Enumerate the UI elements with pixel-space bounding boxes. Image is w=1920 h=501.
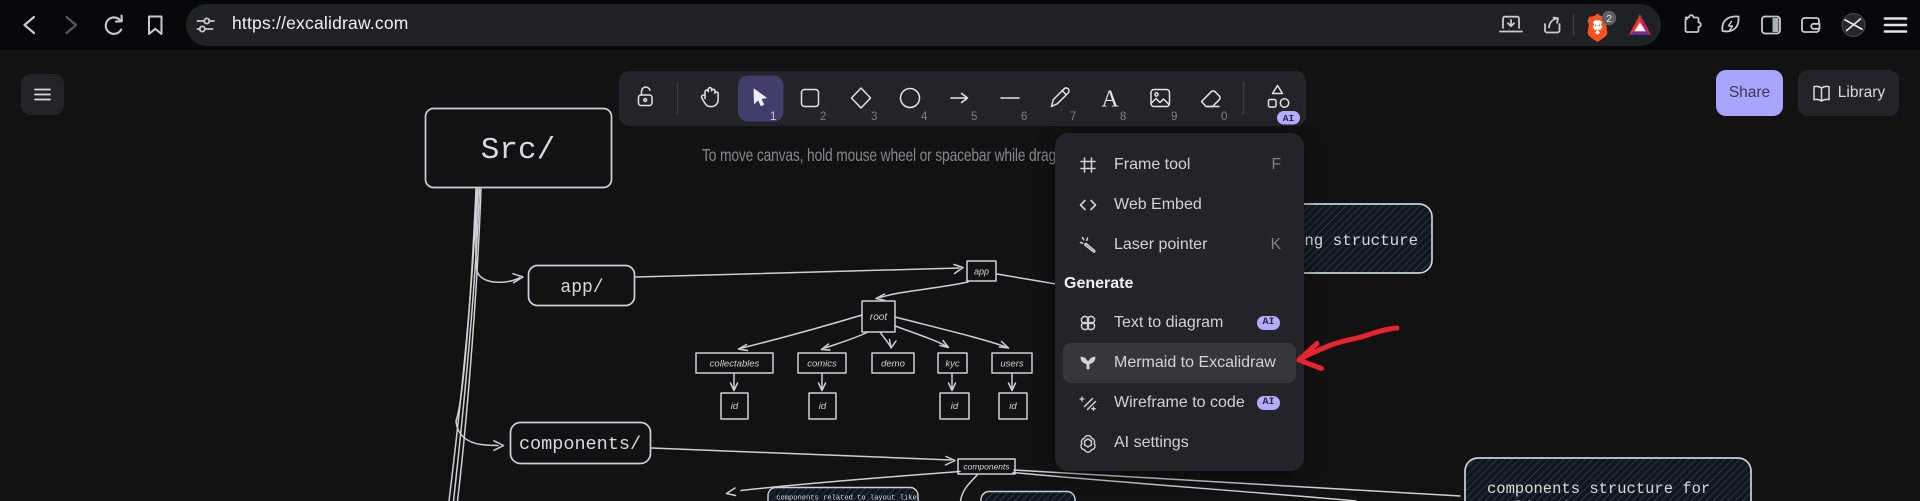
svg-text:users: users [1000, 359, 1023, 370]
svg-text:components structure for: components structure for [1487, 480, 1710, 498]
svg-text:components related to layout l: components related to layout like [776, 495, 916, 501]
svg-text:Src/: Src/ [481, 133, 555, 168]
svg-text:id: id [819, 401, 827, 412]
svg-text:components/: components/ [519, 434, 641, 455]
svg-text:id: id [731, 401, 739, 412]
svg-text:8: 8 [1120, 111, 1126, 123]
svg-text:9: 9 [1171, 111, 1177, 123]
svg-text:collectables: collectables [710, 359, 760, 370]
svg-text:app: app [974, 267, 989, 277]
svg-text:id: id [951, 401, 959, 412]
svg-text:7: 7 [1070, 111, 1076, 123]
svg-text:root: root [870, 312, 888, 323]
svg-text:components: components [963, 462, 1010, 472]
svg-text:comics: comics [807, 359, 837, 370]
svg-text:app/: app/ [560, 278, 603, 298]
svg-text:kyc: kyc [945, 359, 960, 370]
svg-text:AI: AI [1283, 113, 1294, 124]
svg-text:6: 6 [1021, 111, 1027, 123]
svg-text:A: A [1101, 87, 1119, 113]
svg-text:demo: demo [881, 359, 905, 370]
svg-text:4: 4 [921, 111, 928, 123]
svg-text:2: 2 [820, 111, 826, 123]
svg-text:1: 1 [770, 111, 776, 123]
svg-text:0: 0 [1221, 111, 1227, 123]
svg-text:2: 2 [1606, 13, 1612, 25]
svg-text:3: 3 [871, 111, 877, 123]
svg-text:5: 5 [971, 111, 977, 123]
svg-text:id: id [1009, 401, 1017, 412]
